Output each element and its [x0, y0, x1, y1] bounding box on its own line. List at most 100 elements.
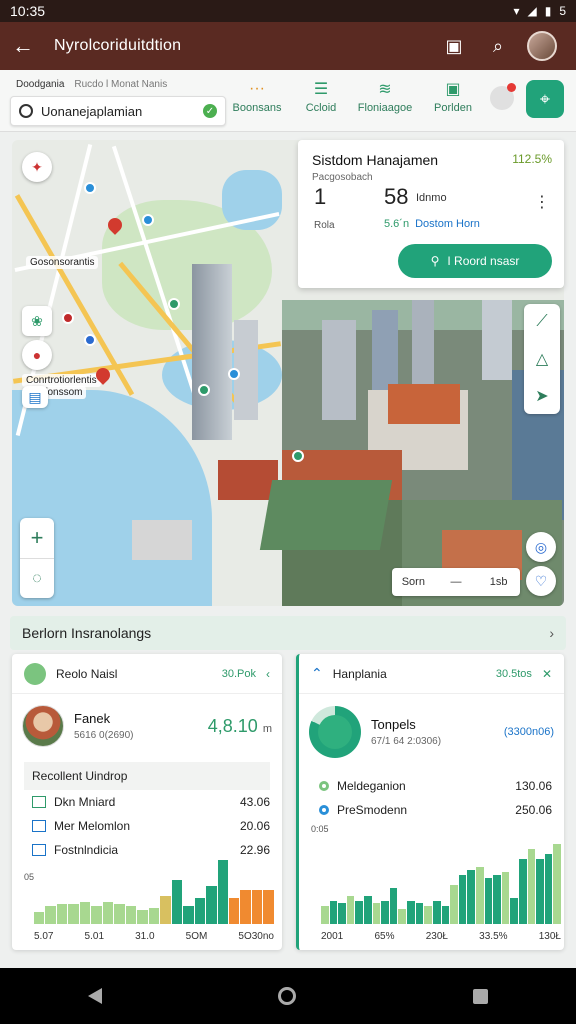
- chevron-right-icon[interactable]: ›: [549, 625, 554, 641]
- system-nav-bar: [0, 968, 576, 1024]
- scale-right: 1sb: [489, 576, 508, 588]
- map-poi[interactable]: [228, 368, 240, 380]
- map-poi[interactable]: [292, 450, 304, 462]
- record-button-label: I Roord nsasr: [447, 254, 520, 268]
- chart-bar: [536, 859, 544, 924]
- chevron-left-icon[interactable]: ‹: [266, 667, 270, 681]
- legend-label: Mer Melomlon: [54, 819, 131, 833]
- hero-sub: 5616 0(2690): [74, 730, 134, 741]
- compass-icon[interactable]: ✦: [22, 152, 52, 182]
- heart-icon[interactable]: ♡: [526, 566, 556, 596]
- chart-bar: [372, 903, 381, 924]
- status-icons: ▾ ◢ ▮ 5: [513, 4, 566, 18]
- chart-bar: [171, 880, 183, 924]
- x-tick-label: 130Ł: [538, 931, 561, 942]
- plant-icon[interactable]: ❀: [22, 306, 52, 336]
- x-tick-label: 65%: [374, 931, 395, 942]
- metrics-card-right: ⌃ Hanplania 30.5tos ✕ Tonpels 67/1 64 2:…: [296, 654, 564, 950]
- pin-icon: ⌖: [539, 88, 551, 109]
- hero-name: Tonpels: [371, 717, 416, 732]
- search-icon[interactable]: ⌕: [476, 36, 520, 57]
- chart-bar: [160, 896, 171, 924]
- more-vert-icon[interactable]: ⋮: [534, 192, 550, 212]
- pier: [132, 520, 192, 560]
- legend-label: Meldeganion: [337, 779, 406, 793]
- bus-icon[interactable]: ▤: [22, 386, 48, 408]
- tool-floniaagoe[interactable]: ≋ Floniaagoe: [354, 76, 416, 128]
- bookmark-icon[interactable]: ▣: [432, 36, 476, 57]
- close-icon[interactable]: ✕: [542, 667, 552, 681]
- map-poi[interactable]: [168, 298, 180, 310]
- zoom-in-button[interactable]: +: [20, 518, 54, 558]
- bar-chart-right: [321, 844, 562, 924]
- chart-bar: [125, 906, 137, 924]
- tool-label: Floniaagoe: [357, 102, 413, 114]
- search-input[interactable]: Uonanejaplamian ✓: [10, 96, 226, 126]
- search-input-value: Uonanejaplamian: [41, 103, 143, 119]
- tool-boonsans[interactable]: ··· Boonsans: [226, 76, 288, 128]
- chart-bar: [91, 906, 102, 924]
- chart-bar: [381, 901, 389, 924]
- terrain-icon[interactable]: △: [524, 341, 560, 378]
- camera-icon: ▣: [445, 81, 461, 98]
- chart-bar: [544, 854, 553, 924]
- nav-back-icon[interactable]: [88, 988, 103, 1004]
- stat-value: 58: [384, 184, 409, 209]
- legend-value: 130.06: [515, 779, 552, 793]
- tool-porlden[interactable]: ▣ Porlden: [422, 76, 484, 128]
- hero-value: 4,8.10 m: [208, 716, 272, 737]
- notification-icon[interactable]: [490, 83, 516, 110]
- progress-ring: [309, 706, 361, 758]
- tool-ccloid[interactable]: ☰ Ccloid: [290, 76, 352, 128]
- tool-label: Porlden: [434, 102, 472, 114]
- section-header[interactable]: Berlorn Insranolangs ›: [10, 616, 566, 650]
- chart-bar: [510, 898, 519, 924]
- chart-bar: [355, 901, 364, 924]
- chart-bar: [415, 903, 424, 924]
- legend-value: 22.96: [239, 843, 270, 857]
- x-tick-label: 5OM: [185, 931, 208, 942]
- arrow-left-icon[interactable]: ←: [12, 33, 44, 59]
- stat-label-b[interactable]: Dostom Horn: [415, 218, 480, 230]
- pin-icon[interactable]: ●: [22, 340, 52, 370]
- hero-sub: 67/1 64 2:0306): [371, 736, 442, 747]
- map-poi[interactable]: [84, 334, 96, 346]
- nav-home-icon[interactable]: [278, 987, 297, 1005]
- gps-icon[interactable]: ◎: [526, 532, 556, 562]
- building-roof: [388, 384, 460, 424]
- chart-bar: [553, 844, 562, 924]
- nav-recents-icon[interactable]: [472, 988, 488, 1004]
- location-pin-button[interactable]: ⌖: [526, 80, 564, 118]
- tower: [482, 300, 512, 380]
- chat-icon[interactable]: ◌: [20, 558, 54, 598]
- tool-label: Ccloid: [305, 102, 337, 114]
- profile-avatar[interactable]: [520, 31, 564, 61]
- record-button[interactable]: ⚲ I Roord nsasr: [398, 244, 552, 278]
- map-toolbar: Doodgania Rucdo l Monat Nanis Uonanejapl…: [0, 70, 576, 132]
- map-poi[interactable]: [62, 312, 74, 324]
- map-poi[interactable]: [198, 384, 210, 396]
- check-icon[interactable]: ✓: [203, 104, 217, 118]
- chart-bar: [183, 906, 194, 924]
- chart-bar: [389, 888, 398, 924]
- bar-chart-left: [34, 860, 274, 924]
- chart-bar: [484, 878, 493, 924]
- map-poi[interactable]: [142, 214, 154, 226]
- legend-label: PreSmodenn: [337, 803, 408, 817]
- map-scale[interactable]: Sorn — 1sb: [392, 568, 520, 596]
- circle-icon: [319, 805, 329, 815]
- chart-bar: [194, 898, 206, 924]
- legend-row: Dkn Mniard 43.06: [12, 790, 282, 814]
- stat-value-label: 5.6´n Dostom Horn: [384, 218, 480, 230]
- chart-bar: [206, 886, 217, 924]
- map-poi[interactable]: [84, 182, 96, 194]
- navigate-icon[interactable]: ➤: [524, 377, 560, 414]
- legend-row: Mer Melomlon 20.06: [12, 814, 282, 838]
- legend-row: PreSmodenn 250.06: [299, 798, 564, 822]
- legend-value: 43.06: [239, 795, 270, 809]
- legend-value: 250.06: [515, 803, 552, 817]
- measure-icon[interactable]: ⟋: [524, 304, 560, 341]
- card-title: Hanplania: [332, 666, 387, 681]
- circle-icon: [319, 781, 329, 791]
- legend-label: Dkn Mniard: [54, 795, 116, 809]
